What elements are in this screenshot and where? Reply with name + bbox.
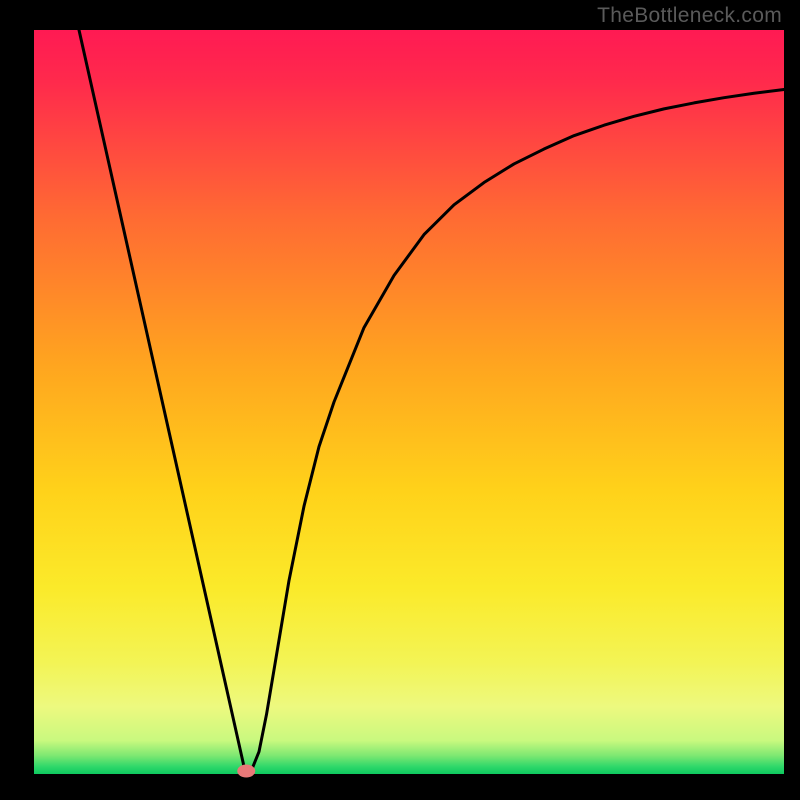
marker-dot xyxy=(237,765,255,778)
watermark-text: TheBottleneck.com xyxy=(597,4,782,28)
plot-background xyxy=(34,30,784,774)
chart-svg xyxy=(0,0,800,800)
chart-container: TheBottleneck.com xyxy=(0,0,800,800)
